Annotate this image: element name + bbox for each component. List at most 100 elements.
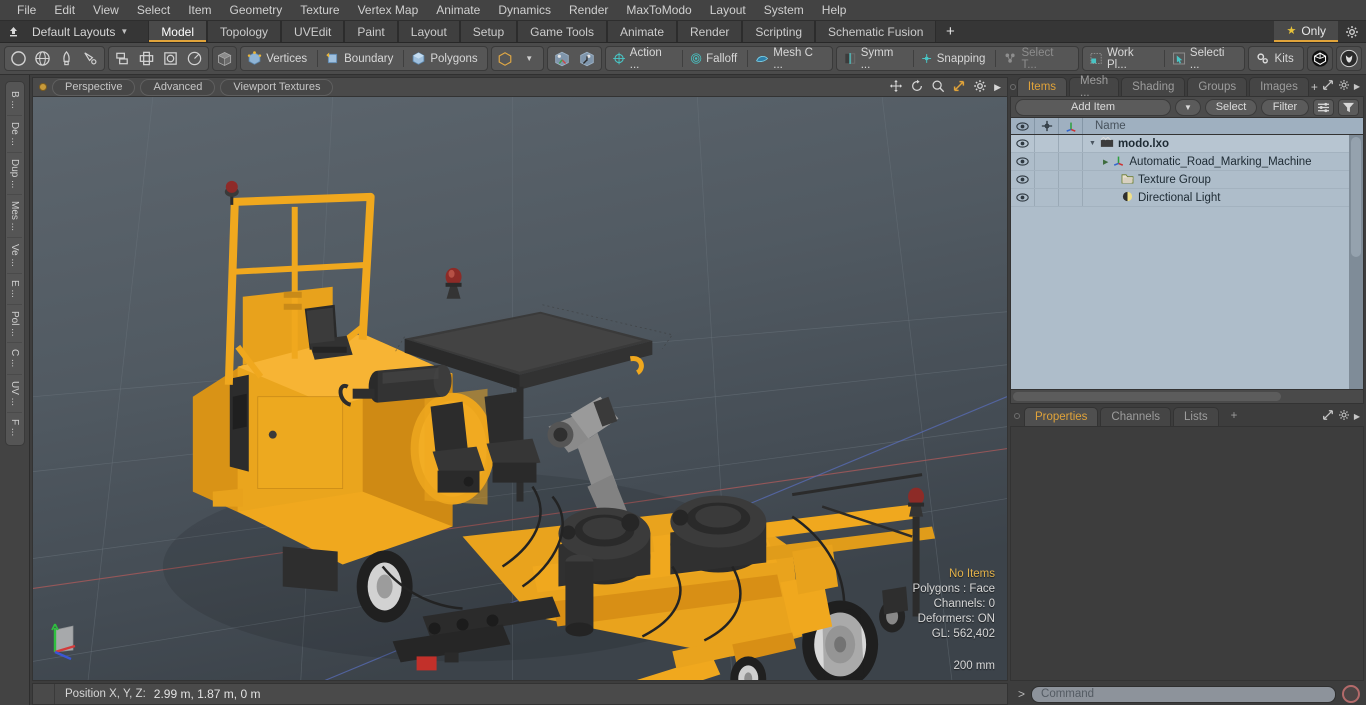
tree-cell-axis[interactable] [1059, 153, 1083, 170]
left-tab-polygon[interactable]: Pol ... [7, 305, 22, 344]
tab-mesh-ops[interactable]: Mesh ... [1069, 75, 1120, 99]
record-circle-icon[interactable] [1342, 685, 1360, 703]
plus-icon[interactable]: + [1311, 80, 1318, 94]
tab-scripting[interactable]: Scripting [742, 21, 816, 42]
rotate-icon[interactable] [910, 79, 924, 96]
rotate-icon[interactable] [183, 48, 206, 69]
funnel-icon[interactable] [1338, 98, 1359, 116]
table-row[interactable]: ▶ Automatic_Road_Marking_Machine [1011, 153, 1363, 171]
eye-icon[interactable] [1011, 153, 1035, 170]
tab-animate[interactable]: Animate [606, 21, 677, 42]
table-row[interactable]: Directional Light [1011, 189, 1363, 207]
tree-cell-lock[interactable] [1035, 153, 1059, 170]
tab-layout[interactable]: Layout [397, 21, 460, 42]
viewport-mode-perspective[interactable]: Perspective [52, 78, 136, 96]
left-tab-fusion[interactable]: F ... [7, 413, 22, 442]
cube-outline-icon[interactable] [494, 48, 517, 69]
chevron-right-icon[interactable]: ▶ [1354, 82, 1360, 91]
action-center-button[interactable]: Action ... [608, 47, 679, 71]
fit-icon[interactable] [952, 79, 966, 96]
menu-item-select[interactable]: Select [128, 0, 179, 21]
command-input[interactable]: Command [1031, 685, 1336, 703]
selection-mode-polygons[interactable]: Polygons [407, 48, 484, 69]
add-properties-tab-button[interactable]: + [1221, 407, 1248, 426]
layers-icon[interactable] [111, 48, 134, 69]
eye-icon[interactable] [1011, 135, 1035, 152]
left-tab-vertex[interactable]: Ve ... [7, 238, 22, 274]
gear-icon[interactable] [1338, 21, 1366, 42]
select-button[interactable]: Select [1205, 98, 1257, 116]
add-layout-tab-button[interactable]: + [936, 21, 964, 42]
axis-icon[interactable] [1059, 118, 1083, 134]
selection-sets-button[interactable]: Selecti ... [1168, 47, 1242, 71]
menu-item-maxtomodo[interactable]: MaxToModo [617, 0, 700, 21]
menu-item-system[interactable]: System [755, 0, 813, 21]
modo-ball-icon[interactable] [1306, 46, 1333, 71]
menu-item-dynamics[interactable]: Dynamics [489, 0, 560, 21]
tree-horizontal-scrollbar[interactable] [1010, 389, 1364, 404]
circle-icon[interactable] [7, 48, 30, 69]
panel-grip-dot[interactable] [1010, 77, 1017, 96]
list-options-icon[interactable] [1313, 98, 1334, 116]
menu-item-geometry[interactable]: Geometry [221, 0, 292, 21]
left-tab-mesh-edit[interactable]: Mes ... [7, 195, 22, 239]
falloff-button[interactable]: Falloff [686, 48, 744, 69]
item-tree[interactable]: ▼ modo.lxo ▶ Automatic_Road_Marking_Mach… [1010, 134, 1364, 390]
add-item-button[interactable]: Add Item [1015, 98, 1171, 116]
crosshair-icon[interactable] [1035, 118, 1059, 134]
menu-item-animate[interactable]: Animate [427, 0, 489, 21]
cube-icon[interactable] [212, 46, 238, 71]
left-tab-duplicate[interactable]: Dup ... [7, 153, 22, 196]
table-row[interactable]: Texture Group [1011, 171, 1363, 189]
tab-properties[interactable]: Properties [1024, 406, 1099, 426]
chevron-right-icon[interactable]: ▶ [994, 82, 1001, 93]
eye-icon[interactable] [1011, 171, 1035, 188]
menu-item-layout[interactable]: Layout [701, 0, 755, 21]
symmetry-button[interactable]: Symm ... [839, 47, 911, 71]
move-icon[interactable] [135, 48, 158, 69]
gear-icon[interactable] [1338, 409, 1350, 424]
triangle-down-icon[interactable]: ▼ [1089, 140, 1096, 147]
tab-channels[interactable]: Channels [1100, 406, 1172, 426]
tree-cell-axis[interactable] [1059, 189, 1083, 206]
menu-item-vertex-map[interactable]: Vertex Map [349, 0, 428, 21]
select-through-button[interactable]: Select T... [999, 47, 1076, 71]
tree-vertical-scrollbar[interactable] [1349, 135, 1363, 389]
menu-item-texture[interactable]: Texture [291, 0, 348, 21]
unreal-icon[interactable] [1335, 46, 1363, 71]
left-tab-basic[interactable]: B ... [7, 85, 22, 116]
tab-lists[interactable]: Lists [1173, 406, 1219, 426]
pen-icon[interactable] [55, 48, 78, 69]
tab-game-tools[interactable]: Game Tools [517, 21, 607, 42]
left-tab-curve[interactable]: C ... [7, 343, 22, 375]
tree-cell-axis[interactable] [1059, 171, 1083, 188]
tree-cell-lock[interactable] [1035, 189, 1059, 206]
tab-items[interactable]: Items [1016, 77, 1068, 96]
table-row[interactable]: ▼ modo.lxo [1011, 135, 1363, 153]
tab-groups[interactable]: Groups [1187, 77, 1248, 96]
mesh-constraint-button[interactable]: Mesh C ... [751, 47, 829, 71]
eye-icon[interactable] [1011, 118, 1035, 134]
triangle-right-icon[interactable]: ▶ [1103, 158, 1108, 166]
work-plane-button[interactable]: Work Pl... [1085, 47, 1161, 71]
panel-grip-dot[interactable] [1010, 407, 1024, 426]
add-item-dropdown[interactable]: ▼ [1175, 98, 1201, 116]
view-cube-b-icon[interactable] [575, 48, 599, 69]
left-tab-deform[interactable]: De ... [7, 116, 22, 153]
selection-mode-vertices[interactable]: Vertices [243, 48, 314, 69]
paint-icon[interactable] [79, 48, 102, 69]
gear-icon[interactable] [1338, 79, 1350, 94]
selection-mode-boundary[interactable]: Boundary [321, 48, 400, 69]
zoom-icon[interactable] [931, 79, 945, 96]
kits-button[interactable]: Kits [1251, 48, 1301, 69]
only-toggle-button[interactable]: ★ Only [1274, 21, 1338, 42]
gear-icon[interactable] [973, 79, 987, 96]
menu-item-render[interactable]: Render [560, 0, 617, 21]
home-up-icon[interactable] [0, 21, 26, 42]
scale-icon[interactable] [159, 48, 182, 69]
viewport-indicator-dot[interactable] [39, 83, 47, 91]
menu-item-file[interactable]: File [8, 0, 45, 21]
tree-cell-lock[interactable] [1035, 135, 1059, 152]
tab-model[interactable]: Model [148, 21, 207, 42]
viewport-textures-toggle[interactable]: Viewport Textures [220, 78, 334, 96]
